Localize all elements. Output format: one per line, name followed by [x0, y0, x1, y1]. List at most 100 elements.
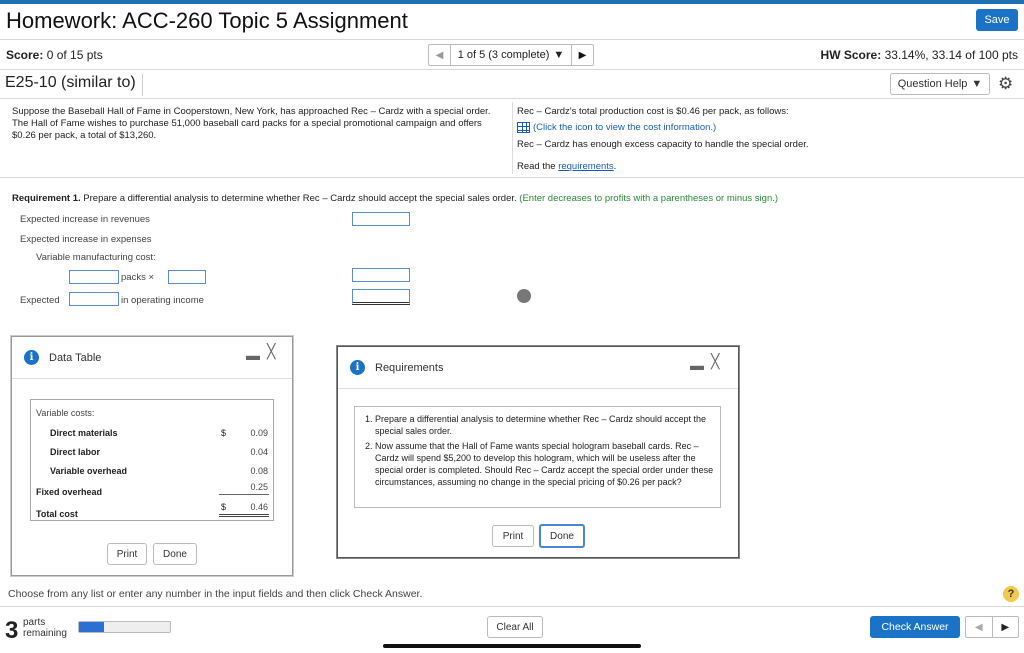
- question-id: E25-10 (similar to): [5, 74, 143, 96]
- read-requirements: Read the requirements.: [517, 161, 1017, 173]
- operating-income-label: in operating income: [121, 295, 204, 306]
- chevron-right-icon: ▶: [578, 49, 587, 61]
- requirement-1-text: Prepare a differential analysis to deter…: [83, 193, 517, 204]
- dollar-sign: $: [221, 502, 227, 512]
- close-icon[interactable]: ╳: [711, 353, 719, 370]
- requirement-1-label: Requirement 1.: [12, 193, 81, 204]
- period: .: [613, 161, 617, 173]
- variable-costs-heading: Variable costs:: [36, 408, 95, 418]
- score-display: Score: 0 of 15 pts: [6, 48, 103, 62]
- problem-statement: Suppose the Baseball Hall of Fame in Coo…: [12, 106, 491, 141]
- requirements-list: Prepare a differential analysis to deter…: [354, 406, 721, 508]
- instruction-text: Choose from any list or enter any number…: [8, 588, 423, 600]
- parts-label-line2: remaining: [23, 628, 67, 639]
- answer-nav: ◀ ▶: [965, 616, 1019, 638]
- close-icon[interactable]: ╳: [267, 343, 275, 360]
- requirement-1-hint: (Enter decreases to profits with a paren…: [519, 193, 779, 204]
- increase-decrease-select[interactable]: [69, 292, 119, 306]
- row-variable-overhead: Variable overhead: [50, 466, 128, 476]
- hw-score-display: HW Score: 33.14%, 33.14 of 100 pts: [821, 48, 1018, 62]
- capacity-text: Rec – Cardz has enough excess capacity t…: [517, 139, 809, 151]
- data-table-title: Data Table: [49, 351, 102, 364]
- caret-down-icon: ▼: [971, 78, 983, 90]
- info-icon: i: [24, 350, 39, 365]
- value-fixed-overhead: 0.25: [250, 482, 268, 492]
- divider: [0, 98, 1024, 99]
- next-question-button[interactable]: ▶: [571, 45, 593, 65]
- variable-cost-input[interactable]: [352, 268, 410, 282]
- revenues-label: Expected increase in revenues: [20, 214, 150, 225]
- question-help-button[interactable]: Question Help ▼: [890, 73, 990, 95]
- packs-input[interactable]: [69, 270, 119, 284]
- row-total-cost: Total cost: [36, 509, 78, 519]
- subtotal-rule: [219, 494, 269, 495]
- print-button[interactable]: Print: [492, 525, 534, 547]
- row-fixed-overhead: Fixed overhead: [36, 487, 103, 497]
- next-part-button[interactable]: ▶: [993, 617, 1019, 637]
- read-text: Read the: [517, 161, 556, 173]
- chevron-right-icon: ▶: [1001, 621, 1010, 633]
- prev-question-button[interactable]: ◀: [429, 45, 451, 65]
- divider: [0, 177, 1024, 178]
- requirement-item: Prepare a differential analysis to deter…: [375, 413, 714, 437]
- progress-fill: [79, 622, 104, 632]
- score-value: 0 of 15 pts: [46, 48, 103, 62]
- cost-text: Rec – Cardz's total production cost is $…: [517, 106, 789, 117]
- divider: [0, 69, 1024, 70]
- status-dot: [517, 289, 531, 303]
- info-icon: i: [350, 360, 365, 375]
- requirement-item: Now assume that the Hall of Fame wants s…: [375, 440, 714, 488]
- divider: [0, 606, 1024, 607]
- total-double-rule: [219, 514, 269, 517]
- home-indicator: [383, 644, 641, 648]
- hw-score-value: 33.14%, 33.14 of 100 pts: [884, 48, 1018, 62]
- chevron-left-icon: ◀: [435, 49, 444, 61]
- save-button[interactable]: Save: [976, 9, 1018, 31]
- requirements-title: Requirements: [375, 361, 444, 374]
- packs-x-label: packs ×: [121, 272, 155, 283]
- parts-remaining-label: parts remaining: [23, 617, 67, 639]
- chevron-left-icon: ◀: [974, 621, 983, 633]
- help-icon[interactable]: ?: [1003, 586, 1019, 602]
- value-total-cost: 0.46: [250, 502, 268, 512]
- requirements-header: i Requirements: [338, 347, 738, 389]
- value-direct-labor: 0.04: [250, 447, 268, 457]
- parts-label-line1: parts: [23, 617, 46, 628]
- row-direct-materials: Direct materials: [50, 428, 118, 438]
- pager-label: 1 of 5 (3 complete): [457, 49, 550, 61]
- print-button[interactable]: Print: [107, 543, 147, 565]
- expenses-label: Expected increase in expenses: [20, 234, 152, 245]
- caret-down-icon: ▼: [553, 49, 565, 61]
- done-button[interactable]: Done: [539, 524, 585, 548]
- revenues-input[interactable]: [352, 212, 410, 226]
- price-input[interactable]: [168, 270, 206, 284]
- done-button[interactable]: Done: [153, 543, 197, 565]
- prev-part-button[interactable]: ◀: [966, 617, 993, 637]
- question-pager: ◀ 1 of 5 (3 complete) ▼ ▶: [428, 44, 594, 66]
- cost-info-link[interactable]: (Click the icon to view the cost informa…: [517, 122, 1017, 134]
- variable-cost-label: Variable manufacturing cost:: [36, 252, 156, 263]
- score-label: Score:: [6, 48, 44, 62]
- dollar-sign: $: [221, 428, 227, 438]
- minimize-icon[interactable]: ▬: [690, 357, 704, 373]
- hw-score-label: HW Score:: [820, 48, 882, 62]
- question-select[interactable]: 1 of 5 (3 complete) ▼: [451, 45, 571, 65]
- gear-icon[interactable]: ⚙: [998, 74, 1013, 94]
- requirement-1: Requirement 1. Prepare a differential an…: [12, 193, 778, 204]
- progress-bar: [78, 621, 171, 633]
- top-accent-bar: [0, 0, 1024, 4]
- divider: [0, 39, 1024, 40]
- question-help-label: Question Help: [897, 78, 968, 90]
- minimize-icon[interactable]: ▬: [246, 347, 260, 363]
- value-direct-materials: 0.09: [250, 428, 268, 438]
- page-title: Homework: ACC-260 Topic 5 Assignment: [6, 8, 408, 33]
- table-icon[interactable]: [517, 122, 530, 133]
- cost-info-text[interactable]: (Click the icon to view the cost informa…: [533, 122, 716, 133]
- problem-details: Rec – Cardz's total production cost is $…: [517, 106, 1017, 173]
- operating-income-input[interactable]: [352, 289, 410, 305]
- requirements-link[interactable]: requirements: [558, 161, 613, 172]
- column-divider: [512, 102, 513, 174]
- check-answer-button[interactable]: Check Answer: [870, 616, 960, 638]
- clear-all-button[interactable]: Clear All: [487, 616, 543, 638]
- row-direct-labor: Direct labor: [50, 447, 101, 457]
